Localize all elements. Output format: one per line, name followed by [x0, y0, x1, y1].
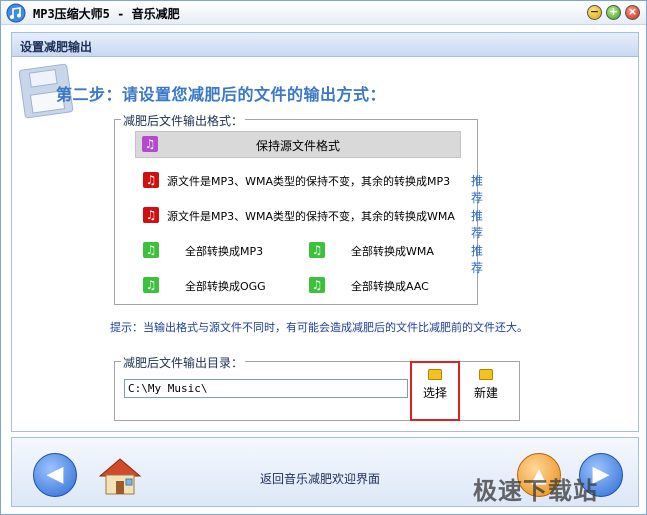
option-keep-format[interactable]: ♫ 保持源文件格式: [135, 131, 461, 158]
settings-panel: 设置减肥输出 第二步：请设置您减肥后的文件的输出方式： 减肥后文件输出格式： ♫…: [11, 32, 639, 432]
output-directory-input[interactable]: C:\My Music\: [124, 379, 408, 398]
red-music-note-icon[interactable]: ♫: [143, 207, 159, 223]
music-app-icon: [6, 3, 26, 23]
option-all-wma[interactable]: 全部转换成WMA: [351, 243, 434, 259]
close-button[interactable]: ×: [625, 5, 640, 20]
home-icon[interactable]: [98, 456, 142, 496]
green-music-note-icon[interactable]: ♫: [309, 277, 325, 293]
minimize-button[interactable]: −: [587, 5, 602, 20]
green-music-note-icon[interactable]: ♫: [143, 277, 159, 293]
option-mp3-wma-to-wma[interactable]: 源文件是MP3、WMA类型的保持不变，其余的转换成WMA: [167, 208, 455, 224]
option-all-mp3[interactable]: 全部转换成MP3: [185, 243, 263, 259]
option-all-aac[interactable]: 全部转换成AAC: [351, 278, 429, 294]
new-folder-button[interactable]: 新建: [464, 363, 508, 415]
new-button-label: 新建: [473, 386, 498, 400]
output-format-group: 减肥后文件输出格式： ♫ 保持源文件格式 ♫ 源文件是MP3、WMA类型的保持不…: [114, 112, 483, 305]
panel-header: 设置减肥输出: [12, 33, 638, 57]
option-all-ogg[interactable]: 全部转换成OGG: [185, 278, 266, 294]
watermark-text: 极速下载站: [473, 477, 598, 505]
folder-icon: [479, 369, 493, 380]
title-bar: MP3压缩大师5 - 音乐减肥 − + ×: [1, 1, 646, 25]
back-to-welcome-link[interactable]: 返回音乐减肥欢迎界面: [260, 470, 380, 487]
recommend-label: 推荐: [471, 209, 484, 240]
recommend-label: 推荐: [471, 174, 484, 205]
panel-title: 设置减肥输出: [20, 40, 93, 54]
recommend-label: 推荐: [471, 244, 484, 275]
option-keep-format-label: 保持源文件格式: [255, 139, 340, 153]
format-group-legend: 减肥后文件输出格式：: [121, 112, 246, 129]
option-mp3-wma-to-mp3[interactable]: 源文件是MP3、WMA类型的保持不变，其余的转换成MP3: [167, 173, 450, 189]
back-arrow-icon[interactable]: ◀: [33, 453, 77, 497]
directory-group-legend: 减肥后文件输出目录：: [121, 354, 246, 371]
green-music-note-icon[interactable]: ♫: [143, 242, 159, 258]
red-music-note-icon[interactable]: ♫: [143, 172, 159, 188]
step-title: 第二步：请设置您减肥后的文件的输出方式：: [56, 85, 387, 104]
maximize-button[interactable]: +: [606, 5, 621, 20]
select-folder-button[interactable]: 选择: [410, 361, 460, 421]
hint-text: 提示：当输出格式与源文件不同时，有可能会造成减肥后的文件比减肥前的文件还大。: [110, 321, 528, 334]
select-button-label: 选择: [422, 386, 447, 400]
green-music-note-icon[interactable]: ♫: [309, 242, 325, 258]
app-window: MP3压缩大师5 - 音乐减肥 − + × 设置减肥输出 第二步：请设置您减肥后…: [0, 0, 647, 515]
window-title: MP3压缩大师5 - 音乐减肥: [33, 7, 180, 21]
open-folder-icon: [428, 369, 442, 380]
